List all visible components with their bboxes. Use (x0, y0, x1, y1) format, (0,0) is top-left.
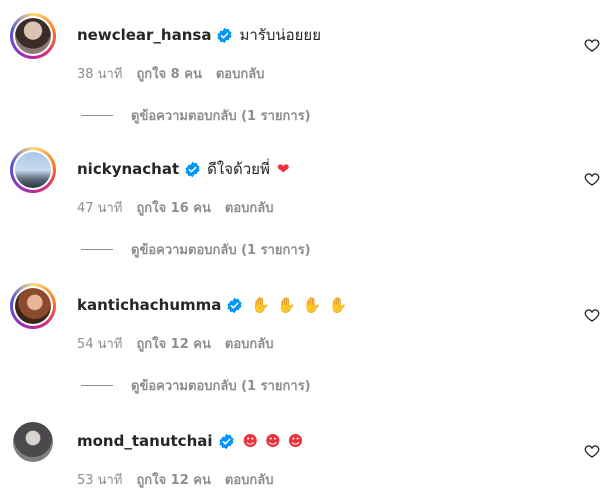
avatar-photo (15, 288, 51, 324)
view-replies-label: ดูข้อความตอบกลับ (1 รายการ) (131, 243, 311, 258)
heart-icon[interactable] (584, 171, 600, 187)
avatar[interactable] (10, 13, 56, 59)
avatar[interactable] (10, 147, 56, 193)
verified-badge-icon (185, 161, 200, 177)
like-count[interactable]: ถูกใจ 16 คน (136, 197, 210, 218)
replies-divider (81, 385, 113, 386)
red-heart-emoji: ❤ (276, 160, 290, 178)
view-replies-label: ดูข้อความตอบกลับ (1 รายการ) (131, 109, 311, 124)
emoji-row: ☻ ☻ ☻ (243, 432, 304, 450)
heart-eyes-emoji: ☻ (242, 432, 259, 450)
comment-text: มารับน่อยยย (239, 26, 321, 44)
view-replies-label: ดูข้อความตอบกลับ (1 รายการ) (131, 379, 311, 394)
heart-eyes-emoji: ☻ (265, 432, 281, 450)
heart-icon[interactable] (584, 443, 600, 459)
reply-button[interactable]: ตอบกลับ (225, 333, 274, 354)
like-count[interactable]: ถูกใจ 12 คน (136, 469, 210, 490)
comment-text: ดีใจด้วยพี่ (207, 160, 270, 178)
heart-icon[interactable] (584, 37, 600, 53)
reply-button[interactable]: ตอบกลับ (225, 469, 274, 490)
comment-time: 54 นาที (77, 337, 123, 352)
view-replies-button[interactable]: ดูข้อความตอบกลับ (1 รายการ) (81, 105, 311, 126)
avatar-photo (15, 152, 51, 188)
reply-button[interactable]: ตอบกลับ (216, 63, 265, 84)
clapping-hands-emoji: ✋ (328, 296, 348, 314)
avatar-photo (13, 422, 53, 462)
reply-button[interactable]: ตอบกลับ (225, 197, 274, 218)
username[interactable]: newclear_hansa (77, 26, 211, 44)
replies-divider (81, 115, 113, 116)
clapping-hands-emoji: ✋ (302, 296, 322, 314)
heart-eyes-emoji: ☻ (287, 432, 304, 450)
username[interactable]: kantichachumma (77, 296, 221, 314)
avatar[interactable] (13, 422, 53, 462)
like-count[interactable]: ถูกใจ 12 คน (136, 333, 210, 354)
replies-divider (81, 249, 113, 250)
like-count[interactable]: ถูกใจ 8 คน (136, 63, 201, 84)
comment-time: 38 นาที (77, 67, 123, 82)
verified-badge-icon (218, 433, 234, 449)
clapping-hands-emoji: ✋ (277, 296, 296, 314)
username[interactable]: nickynachat (77, 160, 179, 178)
view-replies-button[interactable]: ดูข้อความตอบกลับ (1 รายการ) (81, 375, 311, 396)
avatar-photo (15, 18, 51, 54)
clapping-hands-emoji: ✋ (251, 296, 271, 314)
avatar[interactable] (10, 283, 56, 329)
emoji-row: ✋ ✋ ✋ ✋ (251, 296, 347, 314)
username[interactable]: mond_tanutchai (77, 432, 213, 450)
verified-badge-icon (217, 27, 233, 43)
comment-time: 47 นาที (77, 201, 123, 216)
view-replies-button[interactable]: ดูข้อความตอบกลับ (1 รายการ) (81, 239, 311, 260)
verified-badge-icon (227, 297, 243, 313)
comment-time: 53 นาที (77, 473, 123, 488)
heart-icon[interactable] (584, 307, 600, 323)
